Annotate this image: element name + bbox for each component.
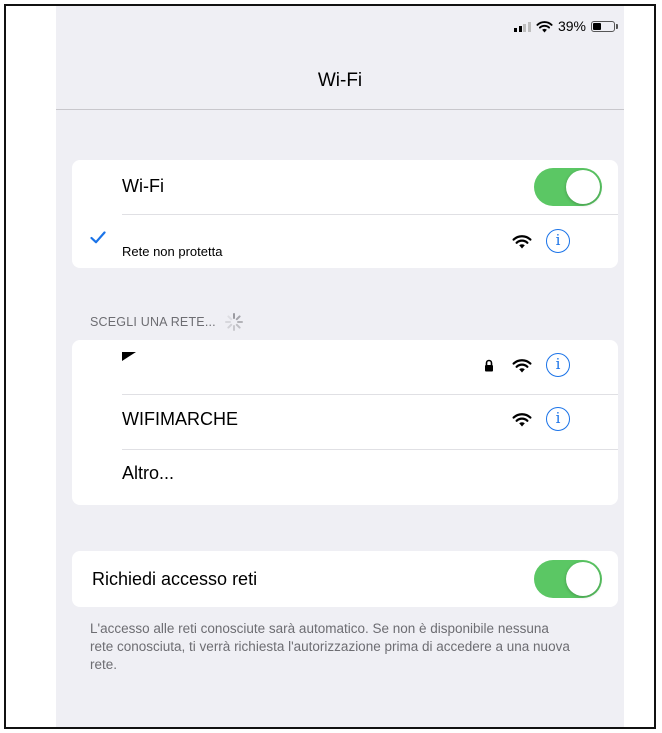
lock-icon — [485, 359, 493, 372]
signal-icon — [514, 21, 531, 32]
redacted-network-name-mark — [122, 352, 136, 361]
ask-join-group: Richiedi accesso reti — [72, 551, 618, 607]
wifi-toggle-switch[interactable] — [534, 168, 602, 206]
checkmark-icon — [90, 231, 106, 244]
info-icon[interactable]: i — [546, 229, 570, 253]
screenshot-frame: 39% Wi-Fi Wi-Fi Rete non protetta i SCEG… — [4, 4, 656, 729]
section-header-label: SCEGLI UNA RETE... — [90, 315, 216, 329]
network-row[interactable]: i — [72, 340, 618, 394]
battery-percentage: 39% — [557, 18, 586, 34]
info-icon[interactable]: i — [546, 407, 570, 431]
wifi-signal-icon — [512, 413, 532, 427]
wifi-toggle-group: Wi-Fi Rete non protetta i — [72, 160, 618, 268]
wifi-signal-icon — [512, 235, 532, 249]
info-icon[interactable]: i — [546, 353, 570, 377]
networks-group: i WIFIMARCHE i Altro... — [72, 340, 618, 505]
networks-section-header: SCEGLI UNA RETE... — [90, 312, 244, 332]
connected-network-name: Rete non protetta — [122, 244, 223, 259]
network-row[interactable]: WIFIMARCHE i — [72, 395, 618, 449]
ask-join-toggle-switch[interactable] — [534, 560, 602, 598]
ask-join-label: Richiedi accesso reti — [92, 569, 258, 589]
toggle-knob — [566, 170, 600, 204]
wifi-toggle-row: Wi-Fi — [72, 160, 618, 214]
wifi-toggle-label: Wi-Fi — [122, 176, 164, 196]
navigation-bar: Wi-Fi — [56, 42, 624, 110]
settings-screen: 39% Wi-Fi Wi-Fi Rete non protetta i SCEG… — [56, 6, 624, 727]
ask-join-description: L'accesso alle reti conosciute sarà auto… — [90, 621, 570, 672]
network-name: WIFIMARCHE — [122, 409, 238, 429]
battery-icon — [591, 20, 618, 32]
wifi-status-icon — [536, 20, 553, 32]
page-title: Wi-Fi — [317, 69, 363, 91]
other-network-row[interactable]: Altro... — [72, 450, 618, 505]
toggle-knob — [566, 562, 600, 596]
connected-network-row[interactable]: Rete non protetta i — [72, 215, 618, 268]
status-indicators: 39% — [514, 18, 618, 34]
other-network-label: Altro... — [122, 463, 175, 483]
wifi-signal-icon — [512, 359, 532, 373]
spinner-icon — [224, 313, 243, 331]
status-bar: 39% — [56, 6, 624, 42]
